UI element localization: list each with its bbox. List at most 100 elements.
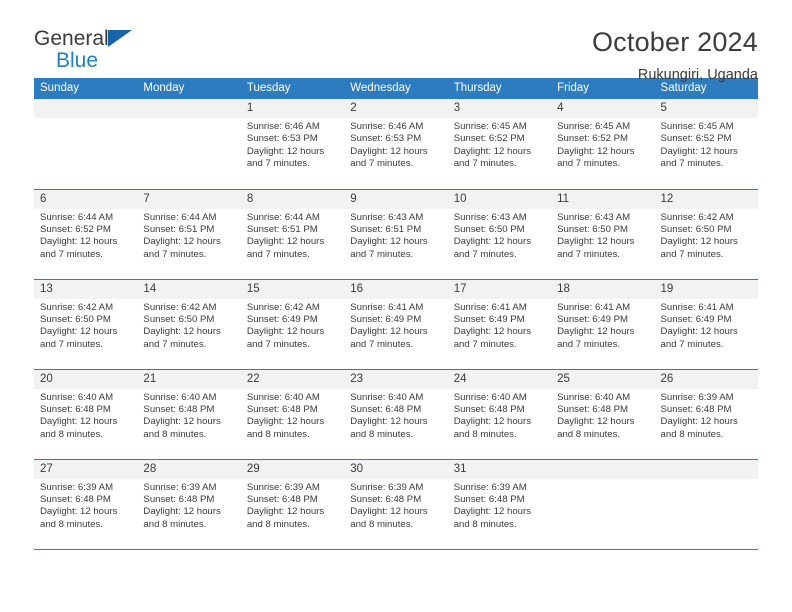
sunrise-text: Sunrise: 6:39 AM (660, 391, 734, 403)
calendar-day-cell[interactable]: 8 Sunrise: 6:44 AM Sunset: 6:51 PM Daylight… (240, 189, 345, 280)
daylight-text: and 7 minutes. (246, 338, 310, 350)
day-sun-details: Sunrise: 6:39 AM Sunset: 6:48 PM Daylight:… (34, 479, 137, 532)
calendar-day-cell[interactable]: 26 Sunrise: 6:39 AM Sunset: 6:48 PM Dayligh… (654, 369, 758, 460)
daylight-text: and 8 minutes. (660, 428, 724, 440)
day-number: 6 (34, 189, 138, 209)
day-number: 1 (240, 99, 345, 118)
sunset-text: Sunset: 6:48 PM (143, 403, 215, 415)
daylight-text: and 8 minutes. (40, 518, 103, 530)
day-cell-inner: 19 Sunrise: 6:41 AM Sunset: 6:49 PM Dayligh… (654, 279, 758, 369)
daylight-text: and 8 minutes. (350, 518, 414, 530)
daylight-text: and 7 minutes. (246, 158, 310, 170)
sunset-text: Sunset: 6:50 PM (453, 223, 525, 235)
calendar-day-cell[interactable]: 12 Sunrise: 6:42 AM Sunset: 6:50 PM Dayligh… (654, 189, 758, 280)
daylight-text: Daylight: 12 hours (350, 145, 428, 157)
sunrise-text: Sunrise: 6:45 AM (660, 121, 734, 132)
daylight-text: Daylight: 12 hours (453, 506, 532, 518)
calendar-week-row: 6 Sunrise: 6:44 AM Sunset: 6:52 PM Daylight… (34, 189, 758, 280)
day-number: 18 (551, 279, 655, 299)
day-number: 24 (447, 369, 552, 389)
day-number: 31 (447, 459, 552, 479)
daylight-text: and 8 minutes. (453, 518, 517, 530)
calendar-day-cell[interactable]: 14 Sunrise: 6:42 AM Sunset: 6:50 PM Dayligh… (137, 279, 241, 370)
day-number: 4 (551, 99, 655, 118)
sunset-text: Sunset: 6:51 PM (246, 223, 318, 235)
day-sun-details: Sunrise: 6:46 AM Sunset: 6:53 PM Daylight:… (241, 118, 344, 171)
sunrise-text: Sunrise: 6:42 AM (143, 301, 217, 313)
daylight-text: and 8 minutes. (40, 428, 103, 440)
sunset-text: Sunset: 6:50 PM (143, 313, 215, 325)
calendar-day-cell[interactable]: 20 Sunrise: 6:40 AM Sunset: 6:48 PM Dayligh… (34, 369, 138, 460)
sunrise-text: Sunrise: 6:40 AM (453, 391, 527, 403)
sunrise-text: Sunrise: 6:43 AM (453, 211, 527, 223)
daylight-text: and 7 minutes. (557, 338, 621, 350)
sunset-text: Sunset: 6:48 PM (453, 493, 525, 505)
daylight-text: Daylight: 12 hours (453, 326, 532, 338)
sunset-text: Sunset: 6:52 PM (660, 133, 732, 145)
calendar-day-cell[interactable]: 11 Sunrise: 6:43 AM Sunset: 6:50 PM Dayligh… (551, 189, 655, 280)
calendar-day-cell[interactable]: 6 Sunrise: 6:44 AM Sunset: 6:52 PM Daylight… (34, 189, 138, 280)
daylight-text: and 7 minutes. (350, 158, 414, 170)
day-number (34, 99, 138, 118)
daylight-text: and 8 minutes. (453, 428, 517, 440)
calendar-day-cell[interactable]: 17 Sunrise: 6:41 AM Sunset: 6:49 PM Dayligh… (447, 279, 552, 370)
calendar-day-cell[interactable]: 23 Sunrise: 6:40 AM Sunset: 6:48 PM Dayligh… (344, 369, 448, 460)
calendar-day-cell[interactable]: 22 Sunrise: 6:40 AM Sunset: 6:48 PM Dayligh… (240, 369, 345, 460)
sunset-text: Sunset: 6:48 PM (40, 403, 111, 415)
calendar-day-cell[interactable]: 9 Sunrise: 6:43 AM Sunset: 6:51 PM Daylight… (344, 189, 448, 280)
calendar-day-cell[interactable]: 2 Sunrise: 6:46 AM Sunset: 6:53 PM Daylight… (344, 99, 448, 190)
sunset-text: Sunset: 6:48 PM (246, 403, 318, 415)
daylight-text: Daylight: 12 hours (453, 416, 532, 428)
calendar-day-cell[interactable]: 1 Sunrise: 6:46 AM Sunset: 6:53 PM Daylight… (240, 99, 345, 190)
calendar-day-cell[interactable]: 27 Sunrise: 6:39 AM Sunset: 6:48 PM Dayligh… (34, 459, 138, 550)
sunrise-text: Sunrise: 6:40 AM (40, 391, 114, 403)
day-sun-details: Sunrise: 6:39 AM Sunset: 6:48 PM Daylight:… (655, 389, 758, 442)
day-sun-details: Sunrise: 6:40 AM Sunset: 6:48 PM Daylight:… (34, 389, 137, 442)
calendar-day-cell[interactable]: 3 Sunrise: 6:45 AM Sunset: 6:52 PM Daylight… (447, 99, 552, 190)
daylight-text: and 7 minutes. (350, 248, 414, 260)
day-number: 25 (551, 369, 655, 389)
daylight-text: Daylight: 12 hours (557, 236, 635, 248)
calendar-day-cell[interactable]: 25 Sunrise: 6:40 AM Sunset: 6:48 PM Dayligh… (551, 369, 655, 460)
sunrise-text: Sunrise: 6:42 AM (660, 211, 734, 223)
day-number: 9 (344, 189, 448, 209)
calendar-day-cell[interactable]: 30 Sunrise: 6:39 AM Sunset: 6:48 PM Dayligh… (344, 459, 448, 550)
daylight-text: Daylight: 12 hours (453, 236, 532, 248)
day-number: 5 (654, 99, 758, 118)
calendar-day-cell[interactable]: 10 Sunrise: 6:43 AM Sunset: 6:50 PM Dayligh… (447, 189, 552, 280)
calendar-day-cell[interactable]: 16 Sunrise: 6:41 AM Sunset: 6:49 PM Dayligh… (344, 279, 448, 370)
calendar-day-cell[interactable]: 21 Sunrise: 6:40 AM Sunset: 6:48 PM Dayligh… (137, 369, 241, 460)
calendar-day-cell[interactable]: 18 Sunrise: 6:41 AM Sunset: 6:49 PM Dayligh… (551, 279, 655, 370)
day-sun-details: Sunrise: 6:45 AM Sunset: 6:52 PM Daylight:… (655, 118, 758, 171)
daylight-text: Daylight: 12 hours (40, 416, 118, 428)
sunrise-text: Sunrise: 6:41 AM (350, 301, 424, 313)
calendar-day-cell[interactable]: 24 Sunrise: 6:40 AM Sunset: 6:48 PM Dayligh… (447, 369, 552, 460)
day-cell-inner: 11 Sunrise: 6:43 AM Sunset: 6:50 PM Dayligh… (551, 189, 655, 279)
calendar-day-cell[interactable]: 13 Sunrise: 6:42 AM Sunset: 6:50 PM Dayligh… (34, 279, 138, 370)
day-number: 27 (34, 459, 138, 479)
calendar-day-cell-empty (137, 99, 241, 190)
day-sun-details: Sunrise: 6:39 AM Sunset: 6:48 PM Daylight:… (241, 479, 344, 532)
calendar-day-cell[interactable]: 19 Sunrise: 6:41 AM Sunset: 6:49 PM Dayligh… (654, 279, 758, 370)
day-cell-inner: 2 Sunrise: 6:46 AM Sunset: 6:53 PM Daylight… (344, 99, 448, 189)
day-number: 19 (654, 279, 758, 299)
calendar-day-cell[interactable]: 28 Sunrise: 6:39 AM Sunset: 6:48 PM Dayligh… (137, 459, 241, 550)
calendar-day-cell[interactable]: 15 Sunrise: 6:42 AM Sunset: 6:49 PM Dayligh… (240, 279, 345, 370)
sunrise-text: Sunrise: 6:40 AM (143, 391, 217, 403)
day-cell-inner: 29 Sunrise: 6:39 AM Sunset: 6:48 PM Dayligh… (240, 459, 345, 549)
daylight-text: Daylight: 12 hours (143, 236, 221, 248)
sunrise-text: Sunrise: 6:42 AM (40, 301, 114, 313)
day-sun-details: Sunrise: 6:44 AM Sunset: 6:52 PM Daylight:… (34, 209, 137, 262)
calendar-day-cell[interactable]: 4 Sunrise: 6:45 AM Sunset: 6:52 PM Daylight… (551, 99, 655, 190)
calendar-day-cell[interactable]: 29 Sunrise: 6:39 AM Sunset: 6:48 PM Dayligh… (240, 459, 345, 550)
calendar-body: 1 Sunrise: 6:46 AM Sunset: 6:53 PM Daylight… (34, 99, 758, 550)
calendar-page: General Blue October 2024 Rukungiri, Uga… (0, 0, 792, 612)
calendar-day-cell[interactable]: 7 Sunrise: 6:44 AM Sunset: 6:51 PM Daylight… (137, 189, 241, 280)
day-number: 16 (344, 279, 448, 299)
brand-logo[interactable]: General Blue (34, 26, 146, 74)
calendar-day-cell[interactable]: 5 Sunrise: 6:45 AM Sunset: 6:52 PM Daylight… (654, 99, 758, 190)
calendar-day-cell[interactable]: 31 Sunrise: 6:39 AM Sunset: 6:48 PM Dayligh… (447, 459, 552, 550)
day-sun-details: Sunrise: 6:39 AM Sunset: 6:48 PM Daylight:… (448, 479, 551, 532)
day-cell-inner: 7 Sunrise: 6:44 AM Sunset: 6:51 PM Daylight… (137, 189, 241, 279)
day-cell-inner: 16 Sunrise: 6:41 AM Sunset: 6:49 PM Dayligh… (344, 279, 448, 369)
